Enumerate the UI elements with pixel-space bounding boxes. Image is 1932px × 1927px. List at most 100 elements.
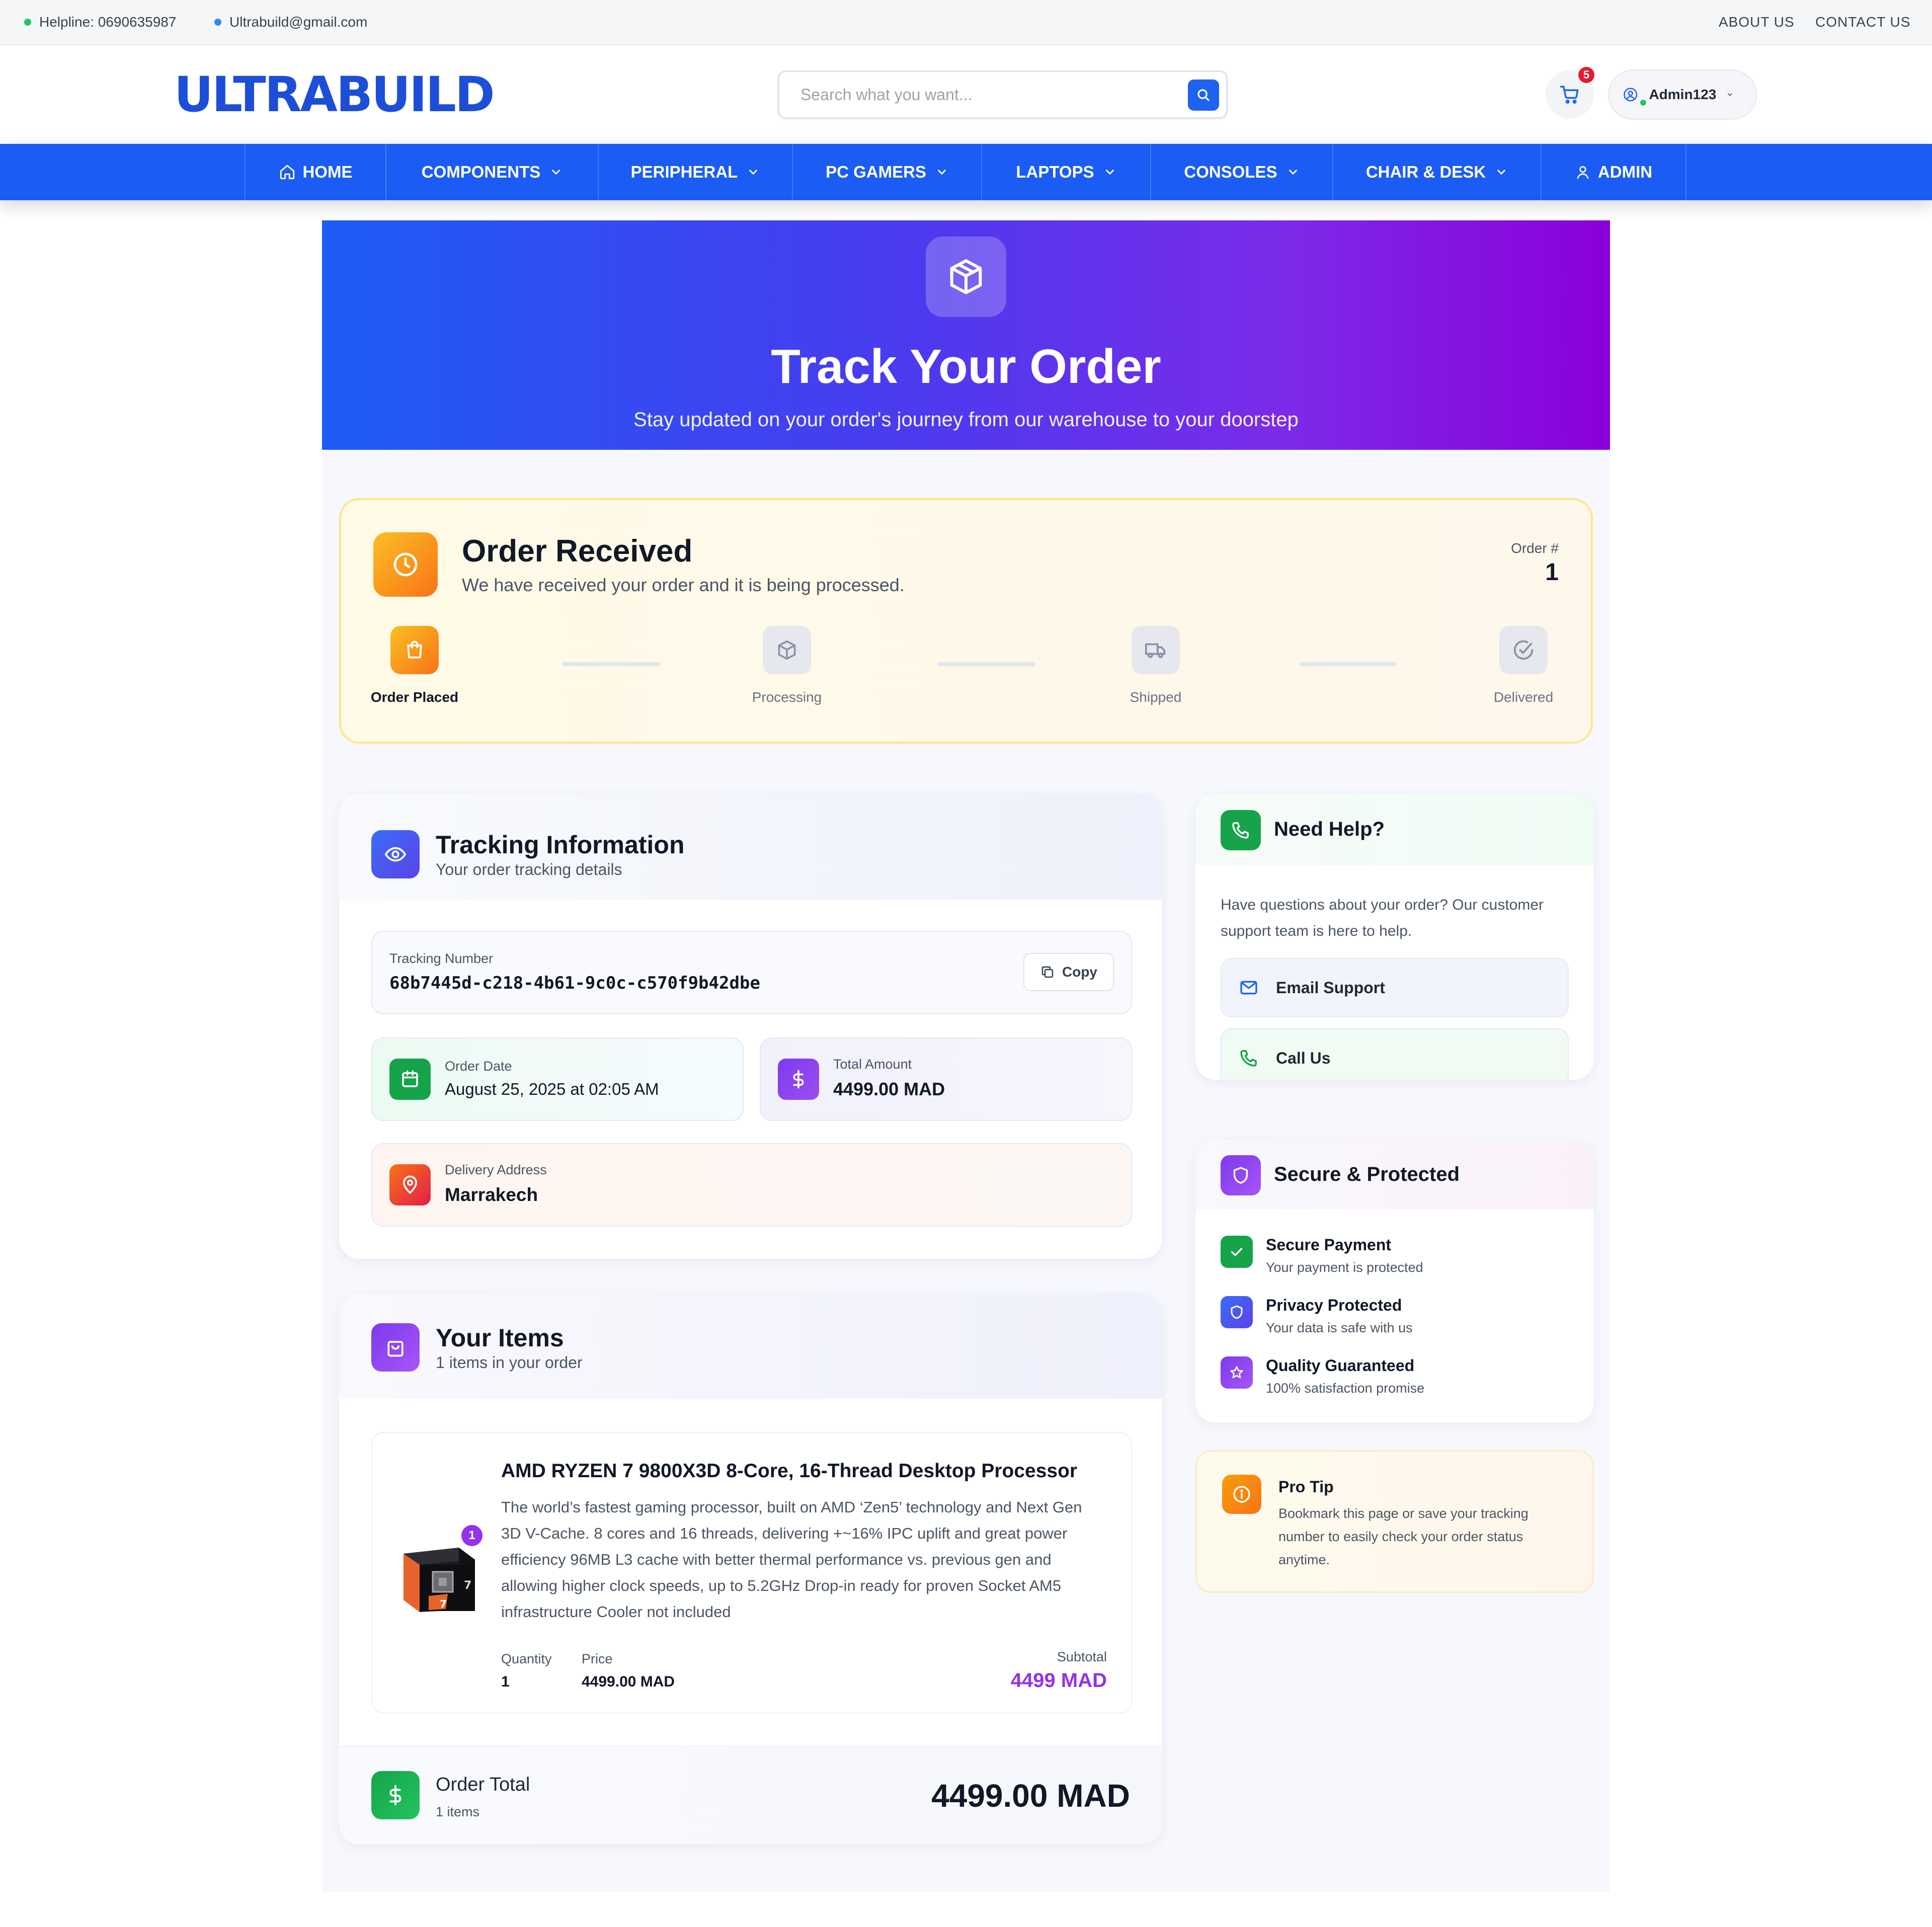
tracking-subtitle: Your order tracking details (436, 860, 622, 878)
star-badge (1221, 1356, 1253, 1389)
product-description-line: efficiency 96MB L3 cache with better the… (501, 1551, 1052, 1568)
delivery-address-box: Delivery Address Marrakech (371, 1143, 1132, 1227)
main-navigation: HOME COMPONENTS PERIPHERAL PC GAMERS LAP… (0, 144, 1932, 200)
search-icon (1197, 89, 1210, 101)
product-description-line: 3D V-Cache. 8 cores and 16 threads, deli… (501, 1524, 1068, 1542)
product-image[interactable]: 7 7 1 (399, 1523, 484, 1614)
step-label: Processing (752, 689, 822, 705)
nav-item-peripheral[interactable]: PERIPHERAL (598, 144, 792, 200)
contact-us-link[interactable]: CONTACT US (1815, 0, 1910, 44)
nav-label-home: HOME (302, 163, 353, 181)
pro-tip-line: anytime. (1278, 1552, 1330, 1567)
product-description-line: The world’s fastest gaming processor, bu… (501, 1498, 1082, 1516)
nav-item-components[interactable]: COMPONENTS (385, 144, 598, 200)
chevron-down-icon (1105, 170, 1114, 175)
clock-icon (393, 552, 418, 577)
email-support-button[interactable]: Email Support (1221, 958, 1569, 1017)
nav-item-laptops[interactable]: LAPTOPS (981, 144, 1150, 200)
need-help-card: Need Help? Have questions about your ord… (1195, 794, 1594, 1080)
calendar-badge (389, 1059, 431, 1100)
status-clock-badge (373, 532, 438, 597)
nav-item-pc-gamers[interactable]: PC GAMERS (792, 144, 981, 200)
items-bag-badge (371, 1323, 420, 1372)
order-number-value: 1 (1545, 559, 1559, 586)
dollar-badge (778, 1059, 819, 1100)
email-support-label: Email Support (1276, 978, 1385, 997)
help-text-line: support team is here to help. (1221, 923, 1412, 939)
dollar-icon (793, 1070, 804, 1089)
user-circle-icon (1624, 88, 1638, 102)
pro-tip-line: number to easily check your order status (1278, 1529, 1523, 1544)
help-title: Need Help? (1274, 818, 1385, 840)
email-text[interactable]: Ultrabuild@gmail.com (229, 14, 367, 30)
price-label: Price (582, 1651, 613, 1666)
dollar-icon (389, 1785, 401, 1806)
pro-tip-card: Pro Tip Bookmark this page or save your … (1195, 1450, 1594, 1593)
phone-icon (1240, 1050, 1257, 1067)
package-icon (950, 259, 982, 294)
location-badge (389, 1164, 431, 1206)
nav-item-admin[interactable]: ADMIN (1541, 144, 1686, 200)
nav-item-chair-desk[interactable]: CHAIR & DESK (1332, 144, 1541, 200)
nav-item-consoles[interactable]: CONSOLES (1150, 144, 1332, 200)
check-circle-icon (1513, 640, 1534, 660)
star-icon (1230, 1366, 1243, 1379)
search-button[interactable] (1188, 79, 1219, 111)
order-total-dollar-badge (371, 1771, 420, 1819)
pro-tip-title: Pro Tip (1278, 1478, 1334, 1496)
product-name[interactable]: AMD RYZEN 7 9800X3D 8-Core, 16-Thread De… (501, 1460, 1077, 1482)
order-date-box: Order Date August 25, 2025 at 02:05 AM (371, 1037, 744, 1121)
search-bar[interactable]: Search what you want... (778, 70, 1228, 119)
shopping-bag-icon (407, 640, 422, 659)
call-us-button[interactable]: Call Us (1221, 1028, 1569, 1080)
order-status-card: Order Received We have received your ord… (339, 498, 1593, 744)
user-icon (1577, 166, 1589, 179)
product-description-line: allowing higher clock speeds, up to 5.2G… (501, 1577, 1062, 1594)
cart-icon (1560, 86, 1579, 104)
order-total-bar: Order Total 1 items 4499.00 MAD (339, 1746, 1162, 1844)
check-icon (1231, 1248, 1243, 1256)
secure-protected-card: Secure & Protected Secure Payment Your p… (1195, 1140, 1594, 1423)
secure-row-title: Privacy Protected (1266, 1296, 1402, 1314)
step-label: Delivered (1493, 689, 1554, 705)
info-icon (1233, 1486, 1250, 1503)
subtotal-label: Subtotal (1057, 1649, 1107, 1664)
user-menu-button[interactable]: Admin123 (1608, 69, 1757, 120)
nav-item-home[interactable]: HOME (245, 144, 385, 200)
about-us-link[interactable]: ABOUT US (1719, 0, 1795, 44)
hero-banner: Track Your Order Stay updated on your or… (322, 220, 1610, 450)
search-input[interactable]: Search what you want... (800, 72, 973, 117)
cart-count-badge: 5 (1577, 65, 1596, 85)
helpline-dot-icon (24, 19, 31, 26)
chevron-down-icon (1728, 93, 1733, 96)
chevron-down-icon (938, 170, 946, 175)
phone-badge (1221, 810, 1261, 850)
delivery-address-label: Delivery Address (445, 1162, 547, 1177)
truck-icon (1145, 643, 1166, 658)
shopping-bag-icon (387, 1341, 404, 1357)
help-text-line: Have questions about your order? Our cus… (1221, 897, 1544, 913)
tracking-info-card: Tracking Information Your order tracking… (339, 794, 1162, 1259)
site-logo[interactable]: ULTRABUILD (174, 66, 495, 123)
tracking-number-value[interactable]: 68b7445d-c218-4b61-9c0c-c570f9b42dbe (389, 973, 760, 993)
svg-text:7: 7 (440, 1598, 447, 1610)
username-label: Admin123 (1649, 87, 1717, 102)
info-badge (1222, 1475, 1261, 1514)
step-icon-box (763, 626, 811, 674)
pro-tip-text: Bookmark this page or save your tracking… (1278, 1502, 1528, 1571)
step-label: Shipped (1130, 689, 1182, 705)
email-contact[interactable]: Ultrabuild@gmail.com (214, 0, 367, 44)
mail-icon (1240, 981, 1257, 995)
secure-row-title: Quality Guaranteed (1266, 1356, 1415, 1375)
order-item-row[interactable]: 7 7 1 AMD RYZEN 7 9800X3D 8-Core, 16-Thr… (371, 1432, 1132, 1714)
check-badge (1221, 1236, 1253, 1268)
shield-icon (1233, 1167, 1248, 1184)
copy-button[interactable]: Copy (1023, 953, 1114, 991)
step-shipped: Shipped (1128, 626, 1183, 705)
map-pin-icon (403, 1175, 418, 1194)
shield-badge (1221, 1296, 1253, 1328)
price-value: 4499.00 MAD (582, 1673, 675, 1690)
quantity-label: Quantity (501, 1651, 552, 1666)
tracking-number-label: Tracking Number (389, 951, 494, 966)
step-icon-box (390, 626, 439, 674)
